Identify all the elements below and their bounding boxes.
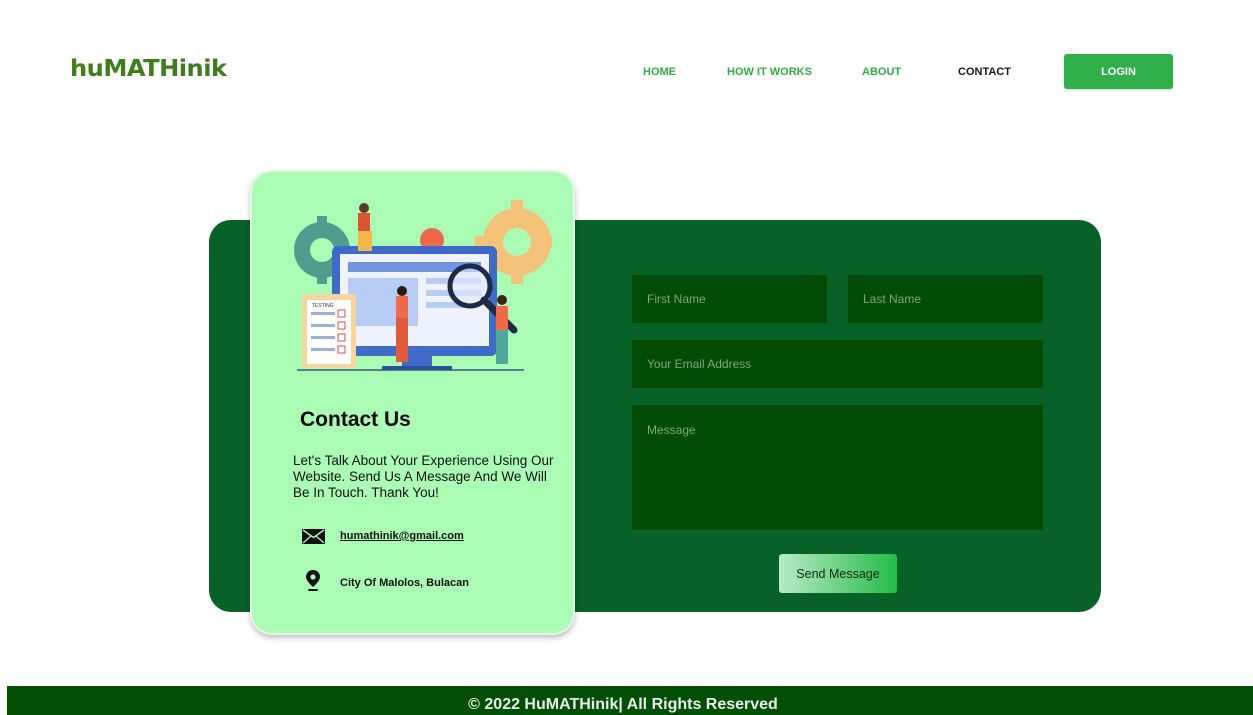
contact-description: Let's Talk About Your Experience Using O… bbox=[293, 453, 554, 500]
location-pin-icon bbox=[306, 570, 320, 591]
nav-home[interactable]: HOME bbox=[643, 66, 676, 78]
login-button[interactable]: LOGIN bbox=[1064, 54, 1173, 89]
nav-about[interactable]: ABOUT bbox=[862, 66, 901, 78]
contact-info-card: TESTING Contact Us Let's Talk About Your… bbox=[250, 170, 575, 635]
location-text: City Of Malolos, Bulacan bbox=[340, 577, 469, 589]
email-link[interactable]: humathinik@gmail.com bbox=[340, 530, 464, 542]
site-logo[interactable]: huMATHinik bbox=[70, 56, 227, 82]
nav-how-it-works[interactable]: HOW IT WORKS bbox=[727, 66, 812, 78]
contact-illustration: TESTING bbox=[294, 200, 552, 371]
send-message-button[interactable]: Send Message bbox=[779, 554, 897, 593]
nav-contact[interactable]: CONTACT bbox=[958, 66, 1011, 78]
footer-copyright: © 2022 HuMATHinik| All Rights Reserved bbox=[468, 696, 778, 713]
footer: © 2022 HuMATHinik| All Rights Reserved bbox=[7, 686, 1253, 715]
last-name-input[interactable] bbox=[848, 275, 1043, 323]
contact-title: Contact Us bbox=[300, 408, 411, 431]
clipboard-label: TESTING bbox=[312, 303, 334, 309]
message-textarea[interactable] bbox=[632, 405, 1043, 530]
mail-icon bbox=[302, 529, 325, 544]
email-input[interactable] bbox=[632, 340, 1043, 388]
first-name-input[interactable] bbox=[632, 275, 827, 323]
